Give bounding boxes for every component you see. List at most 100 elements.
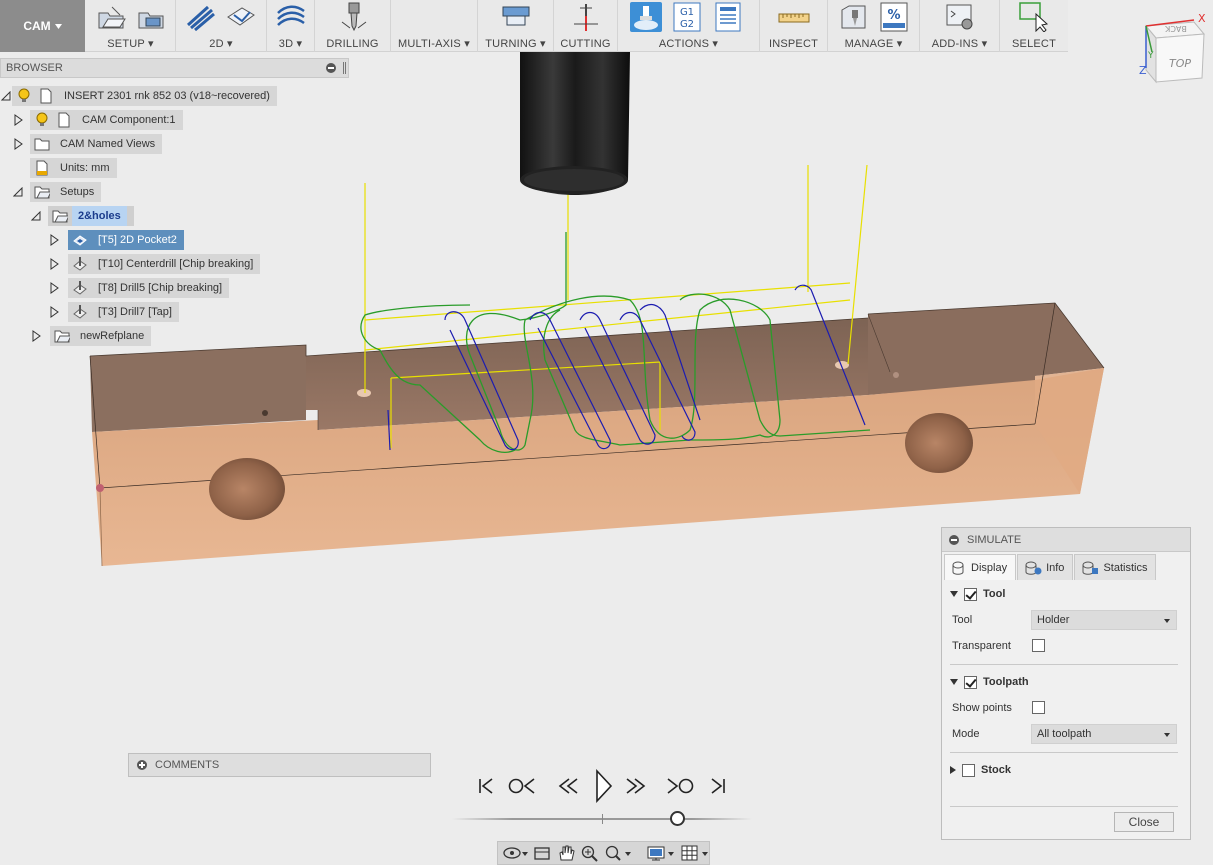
collapse-minus-icon[interactable]	[949, 534, 959, 545]
tap-operation-icon	[72, 304, 88, 320]
comments-panel[interactable]: COMMENTS	[128, 753, 431, 777]
go-to-end-button[interactable]	[702, 766, 734, 806]
grid-settings-button[interactable]	[680, 843, 710, 863]
group-label-inspect: INSPECT	[768, 38, 819, 50]
group-label-cutting: CUTTING	[560, 38, 611, 50]
toolbar-group-cutting[interactable]: CUTTING	[554, 0, 618, 52]
toolbar-group-drilling[interactable]: DRILLING	[315, 0, 391, 52]
collapsed-triangle-icon[interactable]	[30, 326, 42, 346]
new-setup-icon[interactable]	[95, 2, 127, 32]
expanded-triangle-icon[interactable]	[30, 206, 42, 226]
zoom-button[interactable]	[580, 843, 600, 863]
tab-info[interactable]: Info	[1017, 554, 1074, 580]
close-button[interactable]: Close	[1114, 812, 1174, 832]
group-label-drilling: DRILLING	[326, 38, 379, 50]
stock-visible-checkbox[interactable]	[962, 763, 975, 777]
tree-node-operation-pocket[interactable]: [T5] 2D Pocket2	[48, 230, 184, 250]
post-library-icon[interactable]: %	[878, 2, 910, 32]
pan-hand-icon	[559, 845, 575, 861]
toolpath-visible-checkbox[interactable]	[964, 675, 977, 689]
tab-display[interactable]: Display	[944, 554, 1017, 580]
display-settings-button[interactable]	[646, 843, 676, 863]
tree-node-setups[interactable]: Setups	[12, 182, 102, 202]
expanded-triangle-icon[interactable]	[12, 182, 24, 202]
tree-node-operation-drill7[interactable]: [T3] Drill7 [Tap]	[48, 302, 179, 322]
tool-section-header[interactable]: Tool	[950, 584, 1005, 604]
setup-sheet-icon[interactable]	[135, 2, 167, 32]
viewcube-top-face: TOP	[1169, 57, 1191, 70]
tree-node-units[interactable]: Units: mm	[30, 158, 117, 178]
select-icon[interactable]	[1018, 2, 1050, 32]
transparent-label: Transparent	[952, 640, 1011, 652]
tool-display-select[interactable]: Holder	[1031, 610, 1177, 630]
browser-title: BROWSER	[6, 62, 63, 74]
lightbulb-icon[interactable]	[16, 88, 32, 104]
zoom-window-button[interactable]	[604, 843, 632, 863]
toolpath-mode-select[interactable]: All toolpath	[1031, 724, 1177, 744]
tree-node-setup-2-holes[interactable]: 2&holes	[30, 206, 134, 226]
tree-node-operation-drill5[interactable]: [T8] Drill5 [Chip breaking]	[48, 278, 230, 298]
collapsed-triangle-icon[interactable]	[12, 110, 24, 130]
drill-icon[interactable]	[337, 2, 369, 32]
cutting-icon[interactable]	[570, 2, 602, 32]
post-process-icon[interactable]: G1 G2	[671, 2, 703, 32]
tree-node-operation-centerdrill[interactable]: [T10] Centerdrill [Chip breaking]	[48, 254, 261, 274]
toolbar-group-inspect[interactable]: INSPECT	[760, 0, 828, 52]
go-to-start-button[interactable]	[470, 766, 502, 806]
expanded-triangle-icon[interactable]	[0, 86, 12, 106]
collapse-icon[interactable]	[326, 63, 336, 73]
pin-icon[interactable]	[343, 62, 346, 74]
section-expanded-icon	[950, 679, 958, 685]
toolbar-group-add-ins[interactable]: ADD-INS ▾	[920, 0, 1000, 52]
play-button[interactable]	[588, 766, 620, 806]
expand-plus-icon[interactable]	[137, 760, 147, 770]
lightbulb-icon[interactable]	[34, 112, 50, 128]
collapsed-triangle-icon[interactable]	[48, 302, 60, 322]
step-forward-icon	[626, 778, 646, 794]
collapsed-triangle-icon[interactable]	[12, 134, 24, 154]
pan-button[interactable]	[556, 843, 576, 863]
view-cube[interactable]: BACK TOP X Z Y	[1138, 12, 1208, 90]
collapsed-triangle-icon[interactable]	[48, 230, 60, 250]
measure-icon[interactable]	[778, 2, 810, 32]
tree-node-setup-newrefplane[interactable]: newRefplane	[30, 326, 152, 346]
collapsed-triangle-icon[interactable]	[48, 254, 60, 274]
next-operation-button[interactable]	[664, 766, 696, 806]
show-points-checkbox[interactable]	[1032, 701, 1045, 714]
toolbar-group-manage[interactable]: % MANAGE ▾	[828, 0, 920, 52]
tree-node-named-views[interactable]: CAM Named Views	[12, 134, 163, 154]
previous-operation-button[interactable]	[506, 766, 538, 806]
tab-statistics[interactable]: Statistics	[1074, 554, 1157, 580]
2d-adaptive-icon[interactable]	[185, 2, 217, 32]
step-back-button[interactable]	[552, 766, 584, 806]
tree-node-root[interactable]: INSERT 2301 rnk 852 03 (v18~recovered)	[0, 86, 277, 106]
transparent-checkbox[interactable]	[1032, 639, 1045, 652]
stock-section-header[interactable]: Stock	[950, 760, 1011, 780]
collapsed-triangle-icon[interactable]	[48, 278, 60, 298]
turning-icon[interactable]	[500, 2, 532, 32]
axis-x-label: X	[1198, 12, 1206, 25]
toolbar-group-actions[interactable]: G1 G2 ACTIONS ▾	[618, 0, 760, 52]
3d-adaptive-icon[interactable]	[275, 2, 307, 32]
skip-to-end-icon	[711, 778, 725, 794]
scripts-icon[interactable]	[944, 2, 976, 32]
toolbar-group-setup[interactable]: SETUP ▾	[86, 0, 176, 52]
tool-visible-checkbox[interactable]	[964, 587, 977, 601]
2d-contour-icon[interactable]	[225, 2, 257, 32]
toolbar-group-select[interactable]: SELECT	[1000, 0, 1068, 52]
step-forward-button[interactable]	[620, 766, 652, 806]
simulate-icon[interactable]	[630, 2, 662, 32]
tree-node-cam-component[interactable]: CAM Component:1	[12, 110, 183, 130]
tool-library-icon[interactable]	[838, 2, 870, 32]
toolbar-group-multi-axis[interactable]: MULTI-AXIS ▾	[391, 0, 478, 52]
toolpath-section-header[interactable]: Toolpath	[950, 672, 1029, 692]
workspace-switcher[interactable]: CAM	[0, 0, 85, 52]
toolbar-group-3d[interactable]: 3D ▾	[267, 0, 315, 52]
timeline-scrubber-handle[interactable]	[669, 811, 685, 826]
orbit-button[interactable]	[502, 843, 528, 863]
units-icon	[34, 160, 50, 176]
toolbar-group-turning[interactable]: TURNING ▾	[478, 0, 554, 52]
toolbar-group-2d[interactable]: 2D ▾	[176, 0, 267, 52]
look-at-button[interactable]	[532, 843, 552, 863]
setup-sheet-doc-icon[interactable]	[712, 2, 744, 32]
